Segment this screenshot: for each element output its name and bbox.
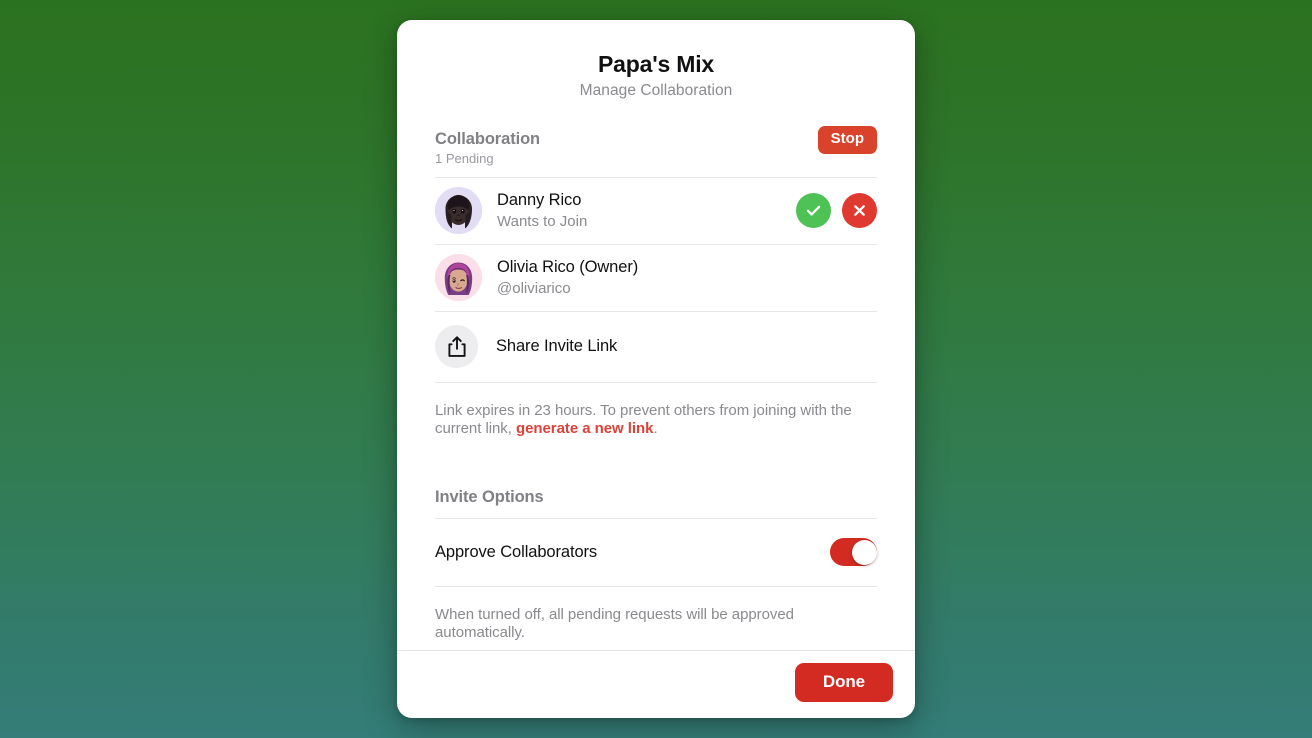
- approve-collaborators-footnote: When turned off, all pending requests wi…: [435, 605, 794, 642]
- dialog-footer: Done: [397, 650, 915, 718]
- dialog-body: Papa's Mix Manage Collaboration Collabor…: [397, 20, 915, 650]
- collaboration-section-title: Collaboration: [435, 129, 541, 148]
- divider: [435, 585, 877, 587]
- dialog-header: Papa's Mix Manage Collaboration: [435, 20, 877, 100]
- list-item[interactable]: Danny Rico Wants to Join: [435, 178, 877, 244]
- page-title: Papa's Mix: [598, 51, 714, 77]
- avatar: [435, 254, 482, 302]
- generate-new-link-link[interactable]: generate a new link: [516, 420, 653, 437]
- checkmark-icon: [804, 201, 823, 220]
- request-actions: [796, 193, 877, 229]
- share-icon: [435, 325, 478, 369]
- reject-request-button[interactable]: [842, 193, 877, 229]
- page-subtitle: Manage Collaboration: [579, 81, 733, 99]
- avatar: [435, 187, 482, 235]
- approve-collaborators-toggle[interactable]: [830, 538, 877, 567]
- person-handle: @oliviarico: [497, 280, 571, 298]
- invite-options-title: Invite Options: [435, 487, 544, 506]
- list-item-texts: Olivia Rico (Owner) @oliviarico: [497, 257, 877, 299]
- approve-collaborators-label: Approve Collaborators: [435, 542, 598, 561]
- accept-request-button[interactable]: [796, 193, 831, 229]
- person-name: Olivia Rico (Owner): [497, 257, 639, 276]
- stop-collaboration-button[interactable]: Stop: [817, 125, 877, 154]
- person-name: Danny Rico: [497, 190, 582, 209]
- person-status: Wants to Join: [497, 213, 588, 231]
- divider: [435, 381, 877, 383]
- manage-collaboration-dialog: Papa's Mix Manage Collaboration Collabor…: [397, 20, 915, 718]
- pending-count: 1 Pending: [435, 150, 494, 166]
- share-invite-link-label: Share Invite Link: [496, 337, 618, 356]
- close-icon: [851, 202, 868, 219]
- collaboration-section-texts: Collaboration 1 Pending: [435, 130, 540, 166]
- list-item[interactable]: Olivia Rico (Owner) @oliviarico: [435, 245, 877, 311]
- approve-collaborators-row: Approve Collaborators: [435, 519, 877, 586]
- link-expiry-note-suffix: .: [653, 420, 658, 438]
- toggle-knob: [851, 539, 877, 565]
- done-button[interactable]: Done: [794, 663, 893, 702]
- share-invite-link-row[interactable]: Share Invite Link: [435, 312, 877, 382]
- link-expiry-note: Link expires in 23 hours. To prevent oth…: [435, 402, 877, 439]
- collaboration-section-header: Collaboration 1 Pending Stop: [435, 125, 877, 166]
- list-item-texts: Danny Rico Wants to Join: [497, 190, 796, 232]
